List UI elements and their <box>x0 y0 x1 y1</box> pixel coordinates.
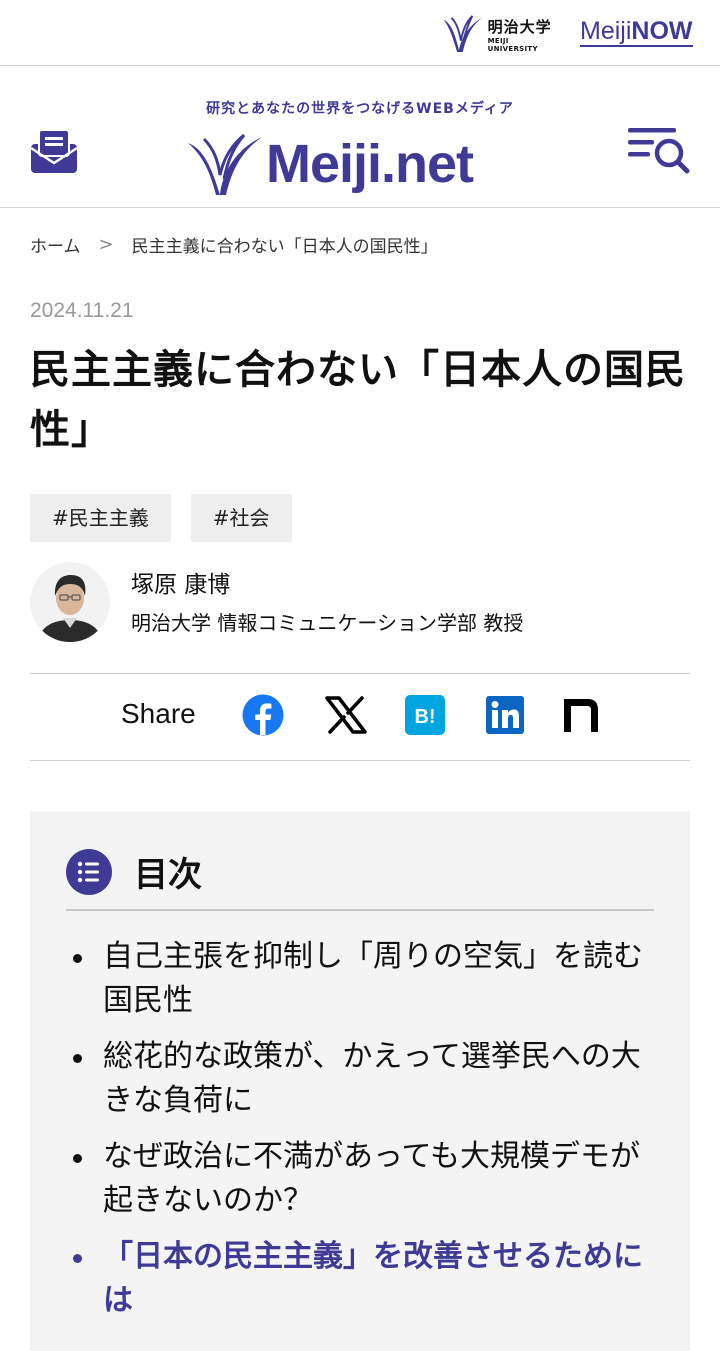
author-affiliation: 明治大学 情報コミュニケーション学部 教授 <box>131 610 524 635</box>
avatar <box>30 562 110 642</box>
toc-title: 目次 <box>134 855 202 895</box>
svg-text:B!: B! <box>414 706 435 728</box>
meiji-now-suffix: NOW <box>631 17 693 45</box>
tag-list: #民主主義 #社会 <box>30 494 292 542</box>
toc-item-active[interactable]: 「日本の民主主義」を改善させるためには <box>66 1235 662 1323</box>
university-emblem-icon <box>443 15 482 53</box>
newsletter-button[interactable] <box>30 127 78 175</box>
note-icon[interactable] <box>560 694 602 736</box>
meiji-university-logo[interactable]: 明治大学 MEIJI UNIVERSITY <box>440 12 558 56</box>
author-name: 塚原 康博 <box>131 571 231 598</box>
breadcrumb-home-link[interactable]: ホーム <box>30 232 81 257</box>
tag-society[interactable]: #社会 <box>190 494 292 542</box>
toc-item[interactable]: 総花的な政策が、かえって選挙民への大きな負荷に <box>66 1035 662 1123</box>
breadcrumb: ホーム > 民主主義に合わない「日本人の国民性」 <box>30 232 438 257</box>
university-name-jp: 明治大学 <box>487 17 552 36</box>
share-bar: Share B! <box>30 673 690 761</box>
author-block[interactable]: 塚原 康博 明治大学 情報コミュニケーション学部 教授 <box>30 562 523 642</box>
top-bar: 明治大学 MEIJI UNIVERSITY MeijiNOW <box>0 0 720 66</box>
share-label: Share <box>121 698 196 729</box>
site-logo-mark-icon <box>188 133 262 195</box>
envelope-icon <box>30 129 78 173</box>
breadcrumb-separator: > <box>98 234 114 255</box>
breadcrumb-current: 民主主義に合わない「日本人の国民性」 <box>131 237 438 257</box>
site-tagline: 研究とあなたの世界をつなげるWEBメディア <box>206 101 514 117</box>
site-header: 研究とあなたの世界をつなげるWEBメディア Meiji.net <box>0 67 720 208</box>
site-logo[interactable]: Meiji.net <box>186 129 536 199</box>
hatena-bookmark-icon[interactable]: B! <box>404 694 446 736</box>
table-of-contents: 目次 自己主張を抑制し「周りの空気」を読む国民性 総花的な政策が、かえって選挙民… <box>30 811 690 1351</box>
toc-divider <box>66 909 654 911</box>
toc-item[interactable]: 自己主張を抑制し「周りの空気」を読む国民性 <box>66 935 662 1023</box>
x-icon[interactable] <box>325 694 367 736</box>
university-name-en: MEIJI UNIVERSITY <box>487 36 538 53</box>
meiji-now-prefix: Meiji <box>580 17 632 45</box>
publish-date: 2024.11.21 <box>30 299 134 322</box>
linkedin-icon[interactable] <box>484 694 526 736</box>
menu-search-icon <box>628 128 690 174</box>
tag-democracy[interactable]: #民主主義 <box>30 494 171 542</box>
meiji-now-link[interactable]: MeijiNOW <box>580 18 693 47</box>
article-title: 民主主義に合わない「日本人の国民性」 <box>30 347 686 453</box>
menu-search-button[interactable] <box>626 125 690 175</box>
toc-item[interactable]: なぜ政治に不満があっても大規模デモが起きないのか？ <box>66 1135 662 1223</box>
facebook-icon[interactable] <box>242 694 284 736</box>
toc-list: 自己主張を抑制し「周りの空気」を読む国民性 総花的な政策が、かえって選挙民への大… <box>66 935 662 1335</box>
list-icon <box>66 848 112 895</box>
site-name: Meiji.net <box>266 134 474 194</box>
